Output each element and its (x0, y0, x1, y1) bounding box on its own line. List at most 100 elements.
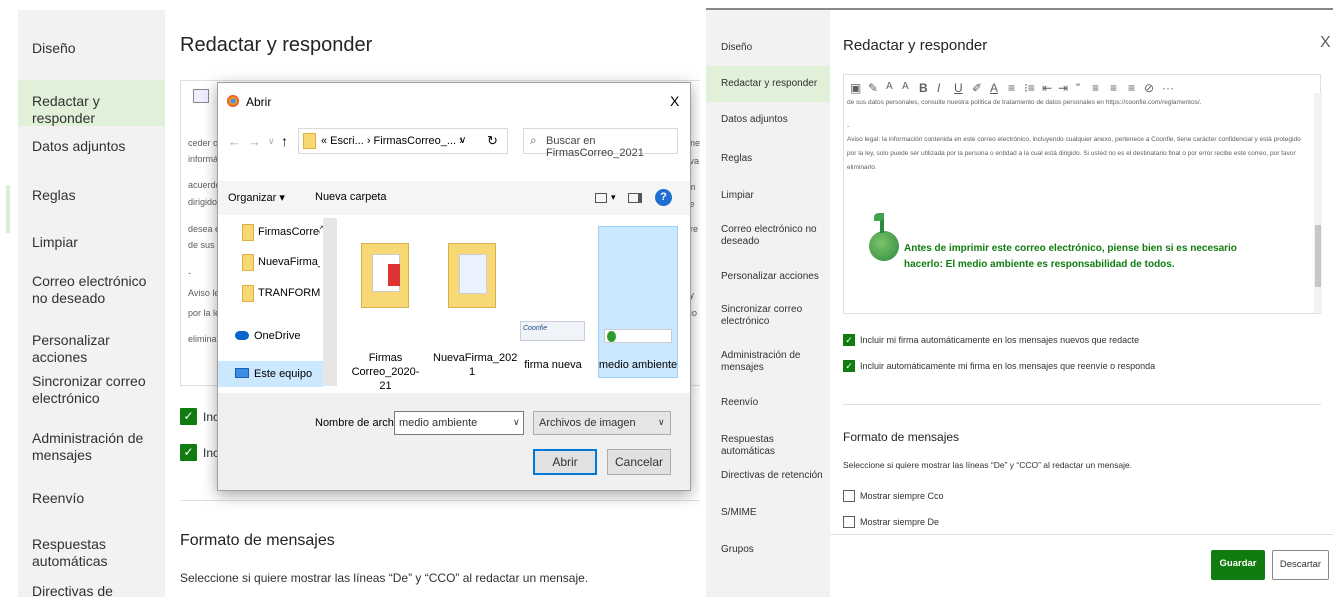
checkbox-auto-signature-reply[interactable]: ✓ (843, 360, 855, 372)
chevron-down-icon[interactable]: ∨ (268, 136, 275, 147)
link-icon[interactable]: ⊘ (1144, 81, 1154, 95)
forward-arrow-icon[interactable]: → (248, 134, 261, 149)
tree-item[interactable]: FirmasCorreo_20 (258, 226, 320, 238)
editor-snippet: dirigido (188, 197, 218, 207)
insert-image-icon[interactable] (193, 89, 209, 103)
view-options-icon[interactable] (595, 193, 607, 203)
underline-icon[interactable]: U (954, 81, 963, 95)
organize-menu[interactable]: Organizar ▾ (228, 191, 285, 204)
signature-editor[interactable]: ▣ ✎ A A B I U ✐ A ≡ ⁝≡ ⇤ ⇥ ” ≡ ≡ ≡ ⊘ ···… (843, 74, 1322, 314)
nav-item-administracion[interactable]: Administración de mensajes (721, 350, 826, 374)
nav-item-reenvio[interactable]: Reenvío (32, 490, 162, 507)
nav-item-grupos[interactable]: Grupos (721, 544, 826, 556)
tree-item-onedrive[interactable]: OneDrive (254, 330, 300, 342)
quote-icon[interactable]: ” (1076, 81, 1080, 95)
right-settings-panel: Diseño Redactar y responder Datos adjunt… (706, 8, 1333, 597)
font-size-icon[interactable]: A (886, 81, 893, 92)
nav-item-sincronizar[interactable]: Sincronizar correo electrónico (721, 304, 826, 328)
indent-icon[interactable]: ⇥ (1058, 81, 1068, 95)
checkbox-show-de[interactable] (843, 516, 855, 528)
nav-item-limpiar[interactable]: Limpiar (32, 234, 162, 251)
filetype-select[interactable]: Archivos de imagen ∨ (533, 411, 671, 435)
editor-text: - (847, 123, 850, 130)
folder-icon[interactable] (448, 243, 496, 308)
file-name[interactable]: Firmas Correo_2020-21 (348, 351, 423, 393)
align-left-icon[interactable]: ≡ (1092, 81, 1099, 95)
nav-item-acciones[interactable]: Personalizar acciones (32, 332, 162, 366)
nav-item-redactar[interactable]: Redactar y responder (32, 93, 162, 127)
up-arrow-icon[interactable]: ↑ (281, 133, 288, 149)
discard-button[interactable]: Descartar (1272, 550, 1329, 580)
font-grow-icon[interactable]: A (902, 81, 909, 92)
outdent-icon[interactable]: ⇤ (1042, 81, 1052, 95)
align-center-icon[interactable]: ≡ (1110, 81, 1117, 95)
italic-icon[interactable]: I (937, 81, 940, 95)
chevron-down-icon[interactable]: ∨ (658, 417, 665, 428)
image-thumbnail[interactable] (604, 329, 672, 343)
nav-item-reglas[interactable]: Reglas (721, 153, 826, 165)
editor-text: de sus datos personales, consulte nuestr… (847, 99, 1202, 106)
align-right-icon[interactable]: ≡ (1128, 81, 1135, 95)
nav-item-directivas[interactable]: Directivas de retención (32, 583, 162, 597)
nav-item-administracion[interactable]: Administración de mensajes (32, 430, 162, 464)
checkbox-show-cco[interactable] (843, 490, 855, 502)
nav-item-reenvio[interactable]: Reenvío (721, 397, 826, 409)
more-icon[interactable]: ··· (1162, 81, 1174, 95)
nav-item-limpiar[interactable]: Limpiar (721, 190, 826, 202)
chevron-down-icon[interactable]: ▾ (611, 192, 616, 203)
nav-item-respuestas[interactable]: Respuestas automáticas (32, 536, 162, 570)
breadcrumb[interactable]: « Escri... › FirmasCorreo_... › (321, 135, 463, 147)
tree-item-this-pc[interactable]: Este equipo (254, 368, 312, 380)
folder-icon[interactable] (361, 243, 409, 308)
tree-item[interactable]: NuevaFirma_202 (258, 256, 320, 268)
checkbox-auto-signature-reply[interactable]: ✓ (180, 444, 197, 461)
insert-image-icon[interactable]: ▣ (850, 81, 861, 95)
format-painter-icon[interactable]: ✎ (868, 81, 878, 95)
file-name[interactable]: NuevaFirma_202 1 (433, 351, 517, 379)
numbering-icon[interactable]: ⁝≡ (1024, 81, 1035, 95)
search-input[interactable]: ⌕ Buscar en FirmasCorreo_2021 (523, 128, 678, 159)
refresh-icon[interactable]: ↻ (487, 133, 498, 149)
font-color-icon[interactable]: A (990, 81, 998, 95)
address-bar[interactable]: « Escri... › FirmasCorreo_... › ∨ ↻ (298, 128, 508, 154)
bullets-icon[interactable]: ≡ (1008, 81, 1015, 95)
divider (830, 534, 1333, 535)
chevron-down-icon[interactable]: ∨ (513, 417, 520, 428)
nav-item-sincronizar[interactable]: Sincronizar correo electrónico (32, 373, 162, 407)
tree-scrollbar[interactable] (323, 218, 337, 386)
cancel-button[interactable]: Cancelar (607, 449, 671, 475)
nav-item-directivas[interactable]: Directivas de retención (721, 470, 826, 482)
nav-item-redactar[interactable]: Redactar y responder (721, 78, 826, 90)
new-folder-button[interactable]: Nueva carpeta (315, 191, 387, 203)
tree-item[interactable]: TRANFORMACIC (258, 287, 320, 299)
nav-item-acciones[interactable]: Personalizar acciones (721, 271, 826, 283)
close-icon[interactable]: X (1320, 34, 1331, 52)
nav-item-diseno[interactable]: Diseño (32, 40, 162, 57)
save-button[interactable]: Guardar (1211, 550, 1265, 580)
preview-pane-icon[interactable] (628, 193, 642, 203)
nav-item-no-deseado[interactable]: Correo electrónico no deseado (721, 224, 826, 248)
open-button[interactable]: Abrir (533, 449, 597, 475)
nav-item-no-deseado[interactable]: Correo electrónico no deseado (32, 273, 162, 307)
nav-item-reglas[interactable]: Reglas (32, 187, 162, 204)
close-icon[interactable]: X (670, 93, 679, 109)
help-icon[interactable]: ? (655, 189, 672, 206)
highlight-icon[interactable]: ✐ (972, 81, 982, 95)
back-arrow-icon[interactable]: ← (228, 134, 241, 149)
bold-icon[interactable]: B (919, 81, 928, 95)
nav-item-smime[interactable]: S/MIME (721, 507, 826, 519)
image-thumbnail[interactable]: Coonfie (520, 321, 585, 341)
nav-item-adjuntos[interactable]: Datos adjuntos (32, 138, 162, 155)
file-name[interactable]: firma nueva (518, 359, 588, 371)
nav-item-adjuntos[interactable]: Datos adjuntos (721, 114, 826, 126)
editor-snippet: ceder o (188, 138, 219, 148)
nav-item-diseno[interactable]: Diseño (721, 42, 826, 54)
chevron-down-icon[interactable]: ∨ (459, 135, 466, 146)
editor-scroll-thumb[interactable] (1315, 225, 1321, 287)
checkbox-auto-signature-new[interactable]: ✓ (843, 334, 855, 346)
file-name[interactable]: medio ambiente (598, 359, 678, 371)
checkbox-auto-signature-new[interactable]: ✓ (180, 408, 197, 425)
page-title: Redactar y responder (843, 37, 988, 54)
nav-item-respuestas[interactable]: Respuestas automáticas (721, 434, 826, 458)
filename-input[interactable]: medio ambiente ∨ (394, 411, 524, 435)
